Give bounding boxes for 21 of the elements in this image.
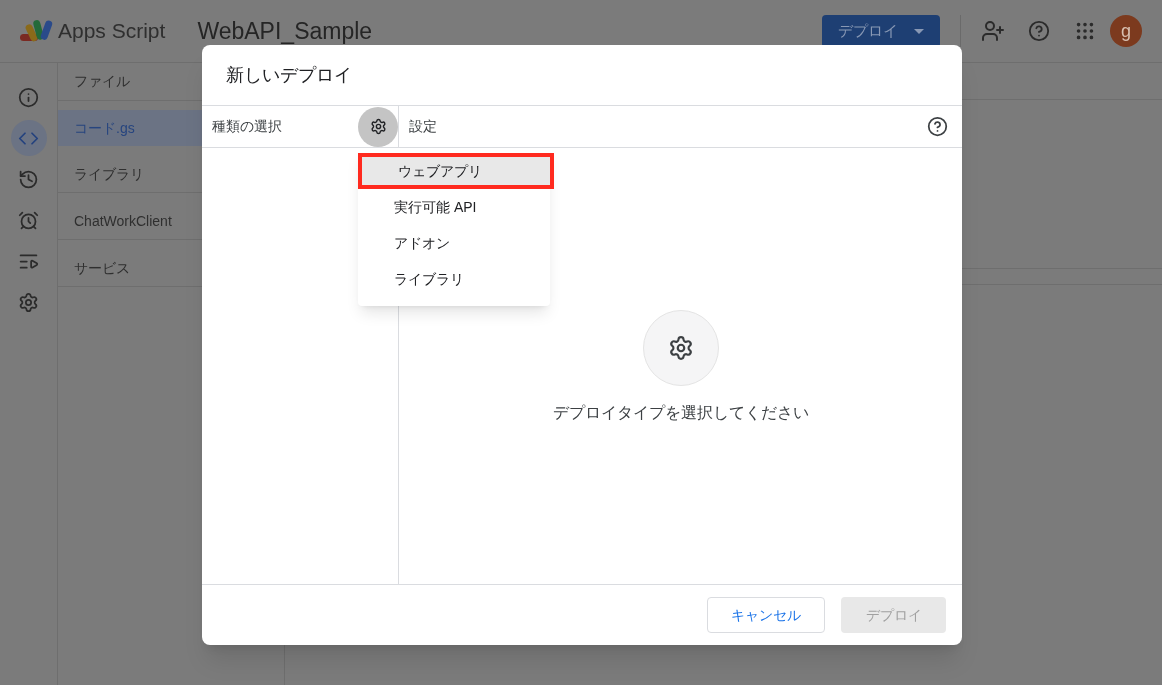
caret-icon bbox=[914, 28, 924, 34]
menu-item[interactable]: ライブラリ bbox=[358, 261, 550, 297]
settings-icon bbox=[667, 335, 694, 361]
menu-item[interactable]: ウェブアプリ bbox=[358, 153, 554, 189]
menu-item[interactable]: 実行可能 API bbox=[358, 189, 550, 225]
menu-item[interactable]: アドオン bbox=[358, 225, 550, 261]
cancel-button[interactable]: キャンセル bbox=[707, 597, 825, 633]
empty-message: デプロイタイプを選択してください bbox=[552, 403, 809, 423]
help-icon[interactable] bbox=[927, 116, 948, 137]
code-icon[interactable] bbox=[10, 120, 47, 156]
add-person-icon[interactable] bbox=[981, 19, 1005, 43]
type-settings-button[interactable] bbox=[358, 106, 398, 147]
logo-icon bbox=[20, 18, 54, 44]
avatar[interactable]: g bbox=[1110, 15, 1142, 47]
type-select-label: 種類の選択 bbox=[212, 117, 282, 136]
settings-icon bbox=[369, 118, 387, 135]
settings-label: 設定 bbox=[409, 117, 437, 136]
apps-grid-icon[interactable] bbox=[1074, 20, 1096, 42]
dialog-title: 新しいデプロイ bbox=[202, 45, 962, 106]
product-name: Apps Script bbox=[58, 18, 166, 45]
deploy-button[interactable]: デプロイ bbox=[822, 14, 940, 48]
